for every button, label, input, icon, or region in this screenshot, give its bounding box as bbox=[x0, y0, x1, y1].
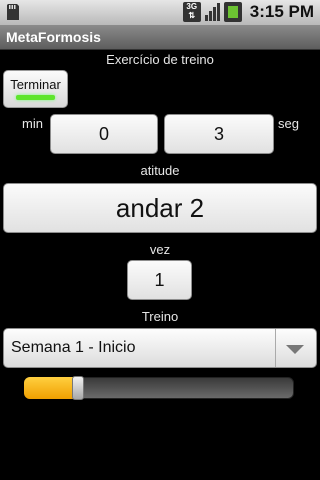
attitude-label: atitude bbox=[140, 163, 180, 178]
training-selected-value: Semana 1 - Inicio bbox=[11, 339, 136, 356]
status-clock: 3:15 PM bbox=[249, 2, 314, 21]
seekbar-fill bbox=[24, 377, 78, 399]
training-select[interactable]: Semana 1 - Inicio bbox=[3, 328, 317, 368]
count-label: vez bbox=[149, 242, 171, 257]
attitude-field[interactable]: andar 2 bbox=[3, 183, 317, 233]
select-divider bbox=[275, 329, 276, 367]
app-title: MetaFormosis bbox=[6, 29, 101, 45]
seekbar-thumb[interactable] bbox=[72, 376, 84, 400]
seconds-field[interactable]: 3 bbox=[164, 114, 274, 154]
app-title-bar: MetaFormosis bbox=[0, 25, 320, 50]
chevron-down-icon bbox=[286, 345, 304, 354]
signal-icon bbox=[204, 3, 220, 21]
exercise-heading: Exercício de treino bbox=[106, 52, 214, 67]
network-3g-icon: 3G ⇅ bbox=[182, 2, 201, 22]
stop-button-label: Terminar bbox=[10, 77, 61, 92]
sd-card-icon bbox=[6, 3, 20, 25]
count-field[interactable]: 1 bbox=[127, 260, 192, 300]
status-bar: 3G ⇅ 3:15 PM bbox=[0, 0, 320, 25]
training-label: Treino bbox=[141, 309, 179, 324]
stop-button[interactable]: Terminar bbox=[3, 70, 68, 108]
minutes-label: min bbox=[22, 116, 43, 131]
network-type-text: 3G bbox=[186, 2, 198, 11]
seconds-label: seg bbox=[278, 116, 299, 131]
minutes-field[interactable]: 0 bbox=[50, 114, 158, 154]
battery-icon bbox=[223, 2, 242, 22]
progress-seekbar[interactable] bbox=[24, 376, 294, 400]
status-led-indicator bbox=[16, 95, 55, 100]
